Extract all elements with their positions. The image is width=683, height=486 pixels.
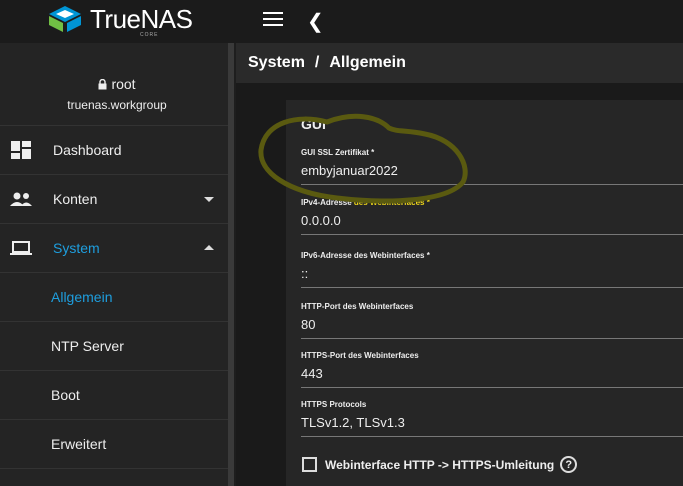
field-value[interactable]: 80 [301, 317, 683, 339]
breadcrumb-root[interactable]: System [248, 54, 305, 72]
laptop-icon [10, 239, 32, 257]
logo-text-true: True [90, 4, 141, 34]
field-value[interactable]: TLSv1.2, TLSv1.3 [301, 415, 683, 437]
sidebar-subitem-allgemein[interactable]: Allgemein [0, 273, 234, 322]
sidebar-subitem-boot[interactable]: Boot [0, 371, 234, 420]
field-label: HTTP-Port des Webinterfaces [301, 302, 414, 311]
sidebar-item-system[interactable]: System [0, 224, 234, 273]
field-value[interactable]: embyjanuar2022 [301, 163, 683, 185]
sidebar-subitem-ntp-server[interactable]: NTP Server [0, 322, 234, 371]
https-redirect-checkbox[interactable] [302, 457, 317, 472]
sidebar-item-label: Dashboard [53, 142, 122, 158]
gui-ssl-cert-field[interactable]: GUI SSL Zertifikat * embyjanuar2022 [301, 148, 683, 185]
chevron-down-icon [204, 197, 214, 202]
sidebar-item-dashboard[interactable]: Dashboard [0, 126, 234, 175]
sidebar-item-konten[interactable]: Konten [0, 175, 234, 224]
menu-toggle-icon[interactable] [263, 12, 283, 28]
truenas-logo[interactable]: TrueNAS CORE [46, 4, 193, 38]
breadcrumb: System / Allgemein [236, 43, 683, 83]
https-redirect-label: Webinterface HTTP -> HTTPS-Umleitung [325, 457, 555, 472]
top-bar: TrueNAS CORE ❮ [0, 0, 683, 43]
field-label: IPv6-Adresse des Webinterfaces * [301, 251, 430, 260]
logo-subtitle: CORE [140, 32, 159, 38]
help-icon[interactable]: ? [560, 456, 578, 473]
field-value[interactable]: 443 [301, 366, 683, 388]
http-port-field[interactable]: HTTP-Port des Webinterfaces 80 [301, 302, 683, 339]
chevron-left-icon[interactable]: ❮ [307, 9, 324, 34]
ipv4-address-field[interactable]: IPv4-Adresse des Webinterfaces * 0.0.0.0 [301, 198, 683, 235]
truenas-logo-icon [49, 6, 81, 32]
main-content: System / Allgemein GUI GUI SSL Zertifika… [236, 43, 683, 486]
field-label-part: IPv4-Adresse [301, 198, 354, 207]
field-value[interactable]: :: [301, 266, 683, 288]
https-port-field[interactable]: HTTPS-Port des Webinterfaces 443 [301, 351, 683, 388]
https-protocols-field[interactable]: HTTPS Protocols TLSv1.2, TLSv1.3 [301, 400, 683, 437]
user-host: truenas.workgroup [67, 98, 167, 112]
sidebar-scrollbar[interactable] [228, 43, 234, 486]
logo-text-nas: NAS [140, 4, 193, 34]
gui-settings-card: GUI GUI SSL Zertifikat * embyjanuar2022 … [286, 100, 683, 486]
sidebar: root truenas.workgroup Dashboard Konten … [0, 43, 234, 486]
chevron-up-icon [204, 245, 214, 250]
lock-icon [98, 78, 107, 89]
user-name: root [111, 76, 136, 92]
dashboard-icon [10, 141, 32, 159]
ipv6-address-field[interactable]: IPv6-Adresse des Webinterfaces * :: [301, 251, 683, 288]
field-label: HTTPS Protocols [301, 400, 367, 409]
user-name-row: root [0, 76, 234, 92]
sidebar-item-label: Konten [53, 191, 98, 207]
field-value[interactable]: 0.0.0.0 [301, 213, 683, 235]
accounts-icon [10, 190, 32, 208]
card-title: GUI [301, 116, 326, 132]
field-label: IPv4-Adresse des Webinterfaces * [301, 198, 683, 207]
sidebar-item-label: System [53, 240, 100, 256]
field-label-highlight: des Webinterfaces * [353, 198, 430, 207]
breadcrumb-current: Allgemein [329, 54, 406, 71]
field-label: GUI SSL Zertifikat * [301, 148, 375, 157]
https-redirect-row: Webinterface HTTP -> HTTPS-Umleitung ? [302, 456, 578, 473]
user-block: root truenas.workgroup [0, 43, 234, 126]
breadcrumb-separator: / [314, 54, 320, 71]
sidebar-subitem-erweitert[interactable]: Erweitert [0, 420, 234, 469]
field-label: HTTPS-Port des Webinterfaces [301, 351, 419, 360]
